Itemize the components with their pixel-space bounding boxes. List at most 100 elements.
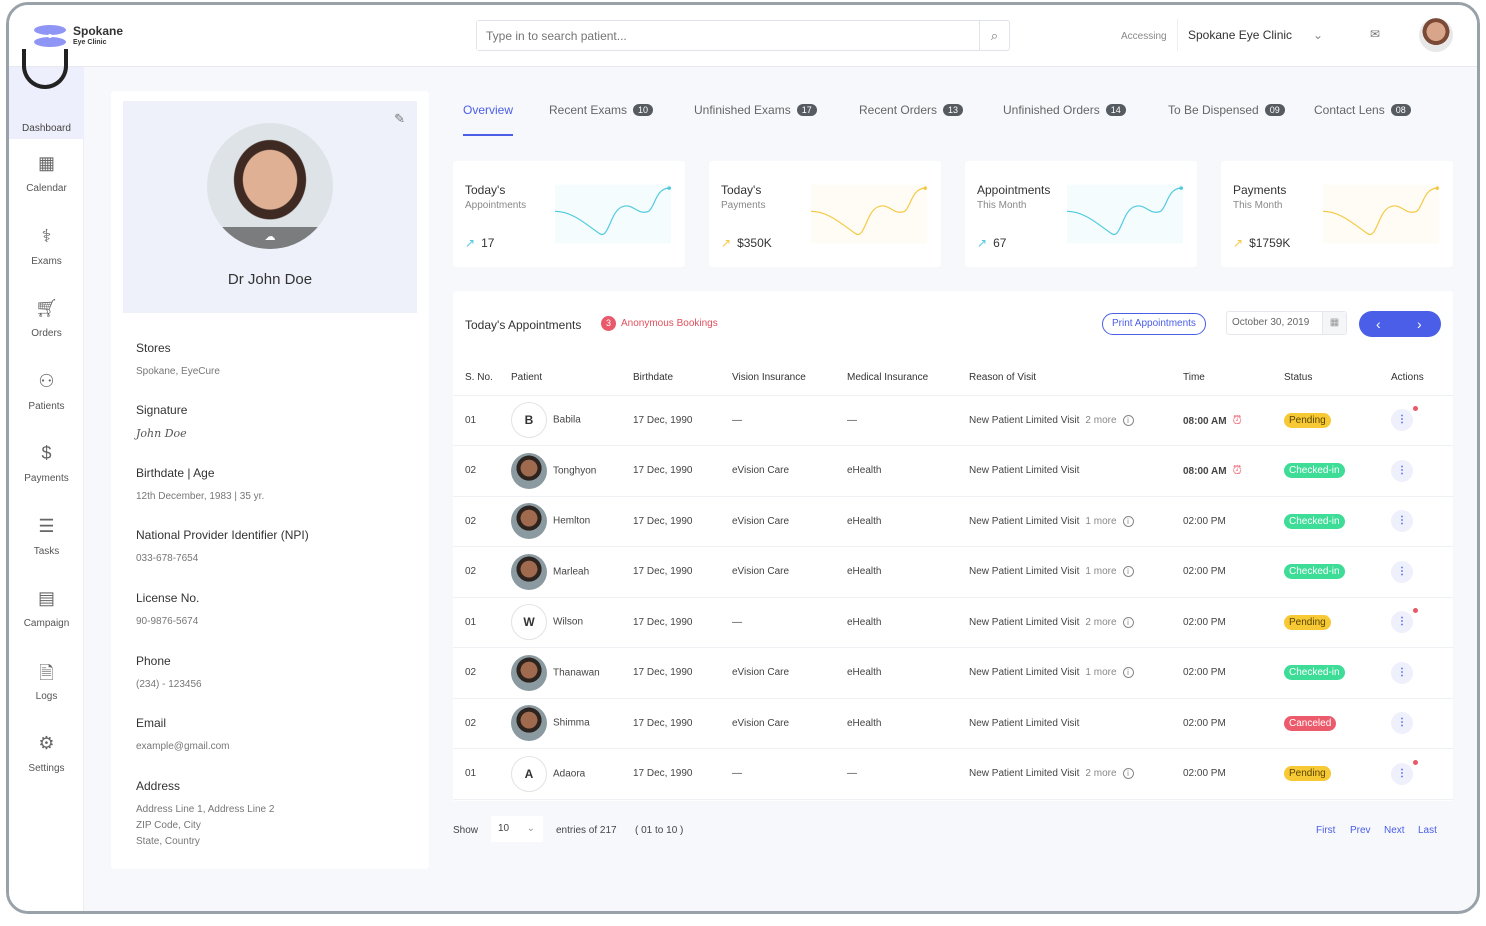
- dashboard-icon: [22, 49, 68, 89]
- table-row[interactable]: 02 Hemlton 17 Dec, 1990 eVision Care eHeal…: [453, 496, 1453, 547]
- table-row[interactable]: 02 Tonghyon 17 Dec, 1990 eVision Care eHea…: [453, 445, 1453, 497]
- user-avatar[interactable]: [1419, 18, 1453, 52]
- date-picker[interactable]: October 30, 2019 ▦: [1226, 311, 1347, 335]
- stat-card[interactable]: Today's Payments ↗ $350K: [709, 161, 941, 267]
- profile-field: Address Address Line 1, Address Line 2 ZI…: [136, 779, 275, 847]
- prev-day-button[interactable]: ‹: [1376, 311, 1381, 337]
- per-page-select[interactable]: 10 ⌄: [491, 816, 543, 842]
- sparkline: [1323, 184, 1439, 244]
- sidebar: Dashboard ▦ Calendar ⚕ Exams 🛒︎ Orders ⚇ Pat…: [9, 49, 84, 911]
- info-icon[interactable]: i: [1122, 566, 1134, 578]
- trend-up-icon: ↗: [721, 236, 732, 250]
- sidebar-item-payments[interactable]: $ Payments: [9, 443, 84, 484]
- table-footer: Show 10 ⌄ entries of 217 ( 01 to 10 ): [453, 816, 683, 842]
- more-reasons-link[interactable]: 2 more: [1085, 768, 1116, 779]
- sidebar-item-logs[interactable]: 🗎︎ Logs: [9, 661, 84, 702]
- row-actions-button[interactable]: ⋮: [1391, 406, 1418, 432]
- next-day-button[interactable]: ›: [1417, 311, 1422, 337]
- patient-name[interactable]: Wilson: [553, 617, 583, 628]
- patient-name[interactable]: Hemlton: [553, 516, 590, 527]
- row-actions-button[interactable]: ⋮: [1391, 712, 1413, 735]
- table-row[interactable]: 02 Marleah 17 Dec, 1990 eVision Care eHeal…: [453, 546, 1453, 598]
- table-row[interactable]: 02 Thanawan 17 Dec, 1990 eVision Care eHea…: [453, 647, 1453, 699]
- trend-up-icon: ↗: [1233, 236, 1244, 250]
- print-appointments-button[interactable]: Print Appointments: [1102, 313, 1206, 335]
- row-actions-button[interactable]: ⋮: [1391, 459, 1413, 482]
- alarm-clock-icon: ⏰︎: [1232, 463, 1242, 478]
- info-icon[interactable]: i: [1122, 616, 1134, 628]
- row-actions-button[interactable]: ⋮: [1391, 661, 1413, 684]
- sidebar-item-campaign[interactable]: ▤ Campaign: [9, 588, 84, 629]
- row-actions-button[interactable]: ⋮: [1391, 510, 1413, 533]
- patient-name[interactable]: Adaora: [553, 768, 585, 779]
- row-actions-button[interactable]: ⋮: [1391, 608, 1418, 634]
- sidebar-item-orders[interactable]: 🛒︎ Orders: [9, 298, 84, 339]
- tab-count-badge: 14: [1105, 104, 1126, 116]
- column-header: Time: [1183, 361, 1284, 396]
- tab-unfinished-orders[interactable]: Unfinished Orders 14: [1003, 103, 1126, 117]
- stat-card[interactable]: Appointments This Month ↗ 67: [965, 161, 1197, 267]
- notification-dot: [1413, 759, 1418, 765]
- column-header: Medical Insurance: [847, 361, 969, 396]
- patient-name[interactable]: Babila: [553, 415, 581, 426]
- more-reasons-link[interactable]: 1 more: [1085, 516, 1116, 527]
- more-reasons-link[interactable]: 2 more: [1085, 415, 1116, 426]
- tab-contact-lens[interactable]: Contact Lens 08: [1314, 103, 1411, 117]
- patient-search[interactable]: ⌕: [476, 20, 1010, 51]
- sparkline: [1067, 184, 1183, 244]
- edit-icon[interactable]: ✎: [394, 111, 405, 127]
- tab-unfinished-exams[interactable]: Unfinished Exams 17: [694, 103, 817, 117]
- page-next[interactable]: Next: [1384, 825, 1405, 836]
- info-icon[interactable]: i: [1122, 768, 1134, 780]
- page-prev[interactable]: Prev: [1350, 825, 1371, 836]
- doctor-name: Dr John Doe: [227, 271, 313, 288]
- profile-field: Stores Spokane, EyeCure: [136, 341, 220, 377]
- patient-name[interactable]: Tonghyon: [553, 465, 596, 476]
- cart-icon: 🛒︎: [35, 298, 58, 318]
- tab-recent-orders[interactable]: Recent Orders 13: [859, 103, 964, 117]
- patient-name[interactable]: Thanawan: [553, 667, 600, 678]
- sidebar-item-dashboard[interactable]: Dashboard: [9, 49, 84, 139]
- table-row[interactable]: 01 W Wilson 17 Dec, 1990— eHealth New Pati…: [453, 597, 1453, 648]
- clinic-logo: [34, 25, 66, 47]
- sidebar-item-tasks[interactable]: ☰ Tasks: [9, 516, 84, 557]
- page-last[interactable]: Last: [1418, 825, 1437, 836]
- sidebar-item-calendar[interactable]: ▦ Calendar: [9, 153, 84, 194]
- row-actions-button[interactable]: ⋮: [1391, 759, 1418, 785]
- gear-icon: ⚙: [38, 733, 55, 753]
- anonymous-bookings-link[interactable]: 3 Anonymous Bookings: [601, 316, 718, 331]
- tab-count-badge: 09: [1264, 104, 1285, 116]
- tab-recent-exams[interactable]: Recent Exams 10: [549, 103, 654, 117]
- patient-name[interactable]: Marleah: [553, 566, 589, 577]
- row-actions-button[interactable]: ⋮: [1391, 560, 1413, 583]
- sparkline: [811, 184, 927, 244]
- brand: Spokane Eye Clinic: [73, 24, 124, 46]
- table-row[interactable]: 01 B Babila 17 Dec, 1990— — New Patient Li…: [453, 395, 1453, 446]
- sidebar-item-exams[interactable]: ⚕ Exams: [9, 226, 84, 267]
- info-icon[interactable]: i: [1122, 667, 1134, 679]
- tab-to-be-dispensed[interactable]: To Be Dispensed 09: [1168, 103, 1285, 117]
- sidebar-item-patients[interactable]: ⚇ Patients: [9, 371, 84, 412]
- trend-up-icon: ↗: [977, 236, 988, 250]
- table-row[interactable]: 01 A Adaora 17 Dec, 1990— — New Patient Li…: [453, 748, 1453, 800]
- more-reasons-link[interactable]: 2 more: [1085, 617, 1116, 628]
- sparkline: [555, 184, 671, 244]
- page-first[interactable]: First: [1316, 825, 1335, 836]
- search-input[interactable]: [477, 21, 977, 50]
- tab-count-badge: 13: [943, 104, 964, 116]
- more-reasons-link[interactable]: 1 more: [1085, 667, 1116, 678]
- table-row[interactable]: 02 Shimma 17 Dec, 1990 eVision Care eHealt…: [453, 698, 1453, 749]
- calendar-icon[interactable]: ▦: [1322, 312, 1346, 334]
- info-icon[interactable]: i: [1122, 414, 1134, 426]
- search-icon[interactable]: ⌕: [979, 21, 1009, 50]
- stat-card[interactable]: Payments This Month ↗ $1759K: [1221, 161, 1453, 267]
- mail-icon[interactable]: ✉: [1370, 27, 1380, 41]
- more-reasons-link[interactable]: 1 more: [1085, 566, 1116, 577]
- upload-cloud-icon[interactable]: ☁: [207, 227, 333, 249]
- info-icon[interactable]: i: [1122, 515, 1134, 527]
- stat-card[interactable]: Today's Appointments ↗ 17: [453, 161, 685, 267]
- patient-name[interactable]: Shimma: [553, 718, 590, 729]
- sidebar-item-settings[interactable]: ⚙ Settings: [9, 733, 84, 774]
- tab-overview[interactable]: Overview: [463, 103, 514, 136]
- clinic-select[interactable]: Spokane Eye Clinic ⌄: [1177, 19, 1329, 51]
